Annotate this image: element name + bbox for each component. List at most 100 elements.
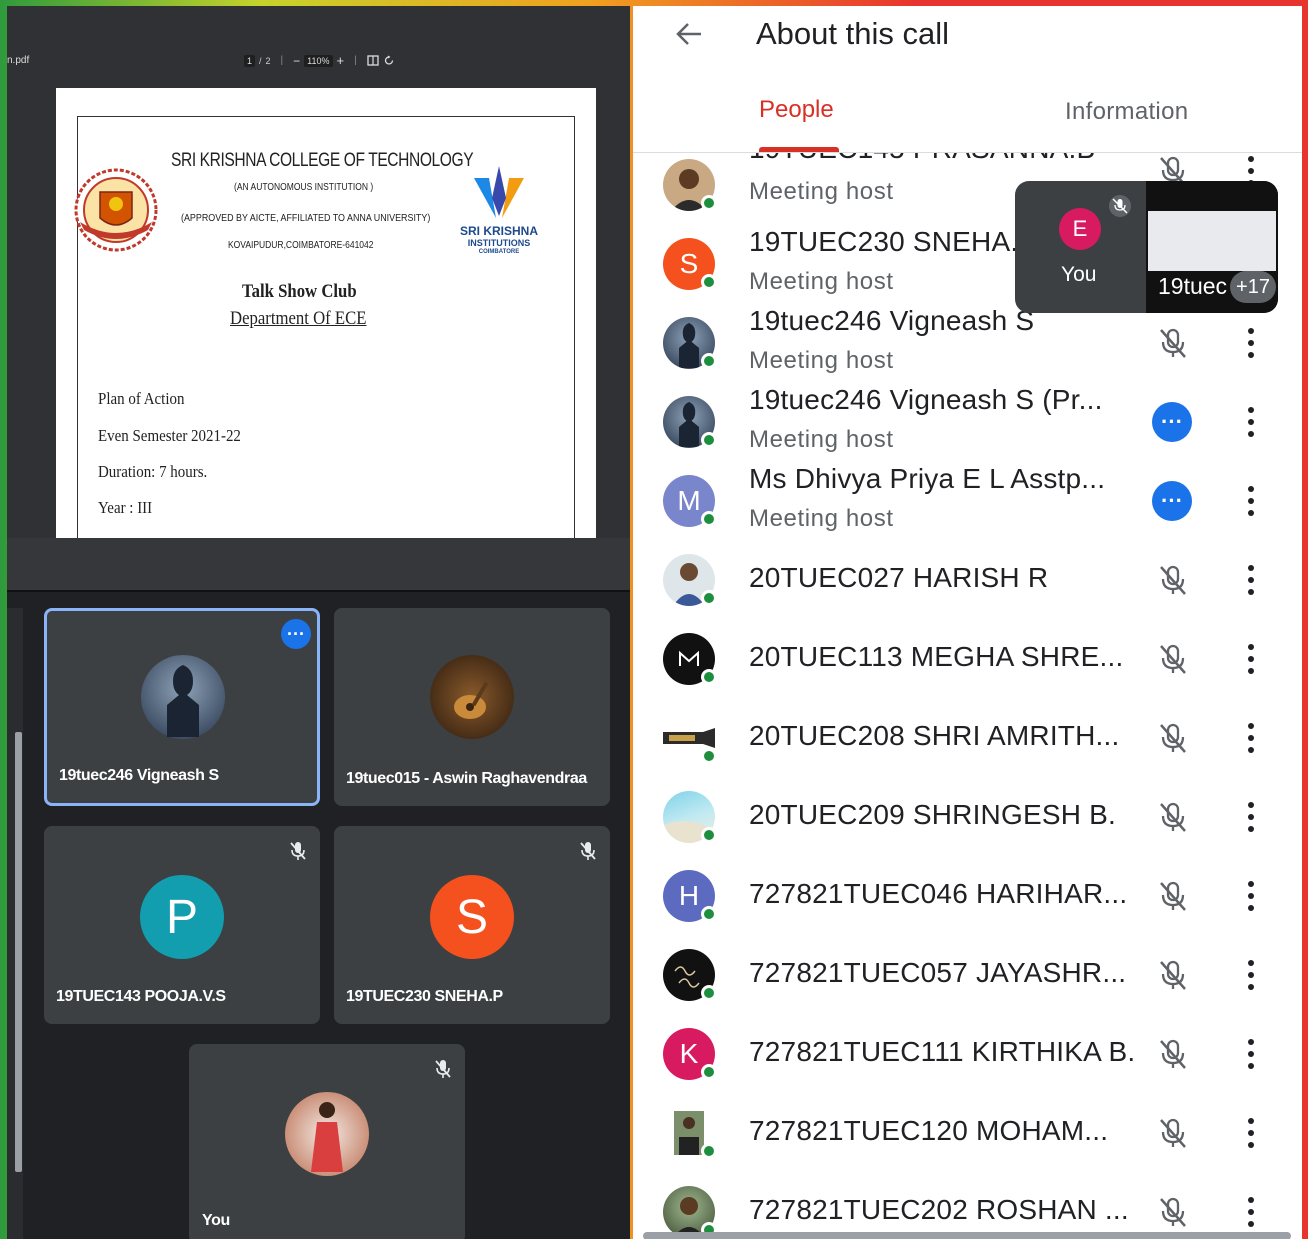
more-vert-icon[interactable] <box>1245 721 1257 755</box>
avatar <box>430 655 514 739</box>
mic-off-icon <box>1109 195 1131 217</box>
online-status-icon <box>701 431 717 448</box>
zoom-out-button[interactable]: − <box>293 54 300 68</box>
participant-name: 19TUEC230 SNEHA.P <box>346 988 503 1005</box>
participant-tile-aswin[interactable]: 19tuec015 - Aswin Raghavendraa <box>334 608 610 806</box>
brand-line-1: SRI KRISHNA <box>459 224 538 238</box>
mic-off-icon <box>1160 1197 1186 1227</box>
online-status-icon <box>701 826 717 843</box>
year-line: Year : III <box>98 498 153 517</box>
grid-scrollbar[interactable] <box>15 732 22 1172</box>
participant-name: 19tuec246 Vigneash S (Pr... <box>749 384 1103 415</box>
more-vert-icon[interactable] <box>1245 326 1257 360</box>
avatar <box>285 1092 369 1176</box>
participant-tile-sneha[interactable]: S 19TUEC230 SNEHA.P <box>334 826 610 1024</box>
participant-name: 727821TUEC046 HARIHAR... <box>749 878 1128 909</box>
participant-name: 19TUEC143 POOJA.V.S <box>56 988 226 1005</box>
mic-off-icon <box>1160 960 1186 990</box>
list-item[interactable]: 20TUEC113 MEGHA SHRE... <box>633 619 1302 698</box>
more-vert-icon[interactable] <box>1245 563 1257 597</box>
page-separator: / <box>259 55 262 66</box>
back-arrow-icon[interactable] <box>673 18 705 50</box>
list-item[interactable]: 727821TUEC202 ROSHAN ... <box>633 1172 1302 1239</box>
monogram-logo-icon <box>679 650 699 666</box>
fit-page-icon[interactable] <box>367 55 379 66</box>
list-item[interactable]: 20TUEC027 HARISH R <box>633 540 1302 619</box>
pdf-footer-strip <box>7 538 630 590</box>
list-item[interactable]: H 727821TUEC046 HARIHAR... <box>633 856 1302 935</box>
more-participants-badge[interactable]: +17 <box>1230 271 1276 303</box>
mic-off-icon <box>1160 881 1186 911</box>
pdf-file-name: n.pdf <box>7 55 30 66</box>
list-scroll-indicator[interactable] <box>643 1232 1291 1239</box>
plan-heading: Plan of Action <box>98 389 185 408</box>
list-item[interactable]: 19tuec246 Vigneash S (Pr... Meeting host… <box>633 382 1302 461</box>
participant-name: 727821TUEC120 MOHAM... <box>749 1115 1109 1146</box>
more-options-icon[interactable]: ··· <box>281 619 311 649</box>
more-vert-icon[interactable] <box>1245 642 1257 676</box>
list-item[interactable]: 20TUEC209 SHRINGESH B. <box>633 777 1302 856</box>
toolbar-divider: | <box>354 55 357 66</box>
more-vert-icon[interactable] <box>1245 405 1257 439</box>
avatar: P <box>140 875 224 959</box>
list-item[interactable]: 20TUEC208 SHRI AMRITH... <box>633 698 1302 777</box>
pdf-page: SRI KRISHNA COLLEGE OF TECHNOLOGY (AN AU… <box>56 88 596 546</box>
more-vert-icon[interactable] <box>1245 484 1257 518</box>
pdf-toolbar: n.pdf 1 / 2 | − 110% + | <box>7 48 630 72</box>
more-options-icon[interactable]: ··· <box>1152 480 1192 521</box>
presentation-area: n.pdf 1 / 2 | − 110% + | SRI KRISHNA COL… <box>7 6 630 590</box>
online-status-icon <box>701 1063 717 1080</box>
mic-off-icon <box>290 842 306 860</box>
participant-name: 20TUEC027 HARISH R <box>749 562 1049 593</box>
participant-role: Meeting host <box>749 178 894 205</box>
mic-off-icon <box>1160 1039 1186 1069</box>
more-options-icon[interactable]: ··· <box>1152 401 1192 442</box>
page-total: 2 <box>265 55 271 66</box>
participant-name: 727821TUEC057 JAYASHR... <box>749 957 1127 988</box>
zoom-in-button[interactable]: + <box>337 53 345 68</box>
online-status-icon <box>701 589 717 606</box>
self-label: You <box>1061 263 1097 286</box>
mic-off-icon <box>1160 1118 1186 1148</box>
zoom-level[interactable]: 110% <box>304 54 333 67</box>
toolbar-divider: | <box>280 55 284 66</box>
more-vert-icon[interactable] <box>1245 958 1257 992</box>
participant-tile-pooja[interactable]: P 19TUEC143 POOJA.V.S <box>44 826 320 1024</box>
online-status-icon <box>701 905 717 922</box>
shared-screen-thumbnail <box>1148 211 1276 271</box>
participant-name: 19TUEC145 PRASANNA.B <box>749 153 1095 165</box>
participant-list: 19TUEC145 PRASANNA.B Meeting host S 19TU… <box>633 153 1302 1239</box>
participant-role: Meeting host <box>749 268 894 295</box>
participant-name: 20TUEC209 SHRINGESH B. <box>749 799 1116 830</box>
brand-mark-icon <box>474 166 524 218</box>
rotate-icon[interactable] <box>383 55 395 66</box>
screen-share-preview[interactable]: 19tuec +17 <box>1146 181 1278 313</box>
presenter-label: 19tuec <box>1158 273 1228 299</box>
college-name: SRI KRISHNA COLLEGE OF TECHNOLOGY <box>171 150 474 171</box>
brand-line-3: COIMBATORE <box>478 249 520 255</box>
more-vert-icon[interactable] <box>1245 1116 1257 1150</box>
more-vert-icon[interactable] <box>1245 1195 1257 1229</box>
more-vert-icon[interactable] <box>1245 1037 1257 1071</box>
person-photo-icon <box>311 1102 343 1172</box>
page-number-input[interactable]: 1 <box>244 54 256 67</box>
participant-name: 727821TUEC111 KIRTHIKA B. <box>749 1036 1136 1067</box>
duration-line: Duration: 7 hours. <box>98 462 208 481</box>
participant-name: Ms Dhivya Priya E L Asstp... <box>749 463 1106 494</box>
list-item[interactable]: 727821TUEC120 MOHAM... <box>633 1093 1302 1172</box>
online-status-icon <box>701 195 717 211</box>
mic-off-icon <box>435 1060 451 1078</box>
list-item[interactable]: K 727821TUEC111 KIRTHIKA B. <box>633 1014 1302 1093</box>
list-item[interactable]: 727821TUEC057 JAYASHR... <box>633 935 1302 1014</box>
list-item[interactable]: 19tuec246 Vigneash S Meeting host <box>633 303 1302 382</box>
tab-information[interactable]: Information <box>1065 98 1188 126</box>
participant-name: You <box>202 1212 230 1229</box>
more-vert-icon[interactable] <box>1245 800 1257 834</box>
tab-people[interactable]: People <box>759 96 834 124</box>
list-item[interactable]: M Ms Dhivya Priya E L Asstp... Meeting h… <box>633 461 1302 540</box>
participant-tile-vigneash[interactable]: ··· 19tuec246 Vigneash S <box>44 608 320 806</box>
more-vert-icon[interactable] <box>1245 879 1257 913</box>
self-view-overlay[interactable]: E You 19tuec +17 <box>1015 181 1278 313</box>
avatar: S <box>430 875 514 959</box>
self-tile[interactable]: You <box>189 1044 465 1239</box>
